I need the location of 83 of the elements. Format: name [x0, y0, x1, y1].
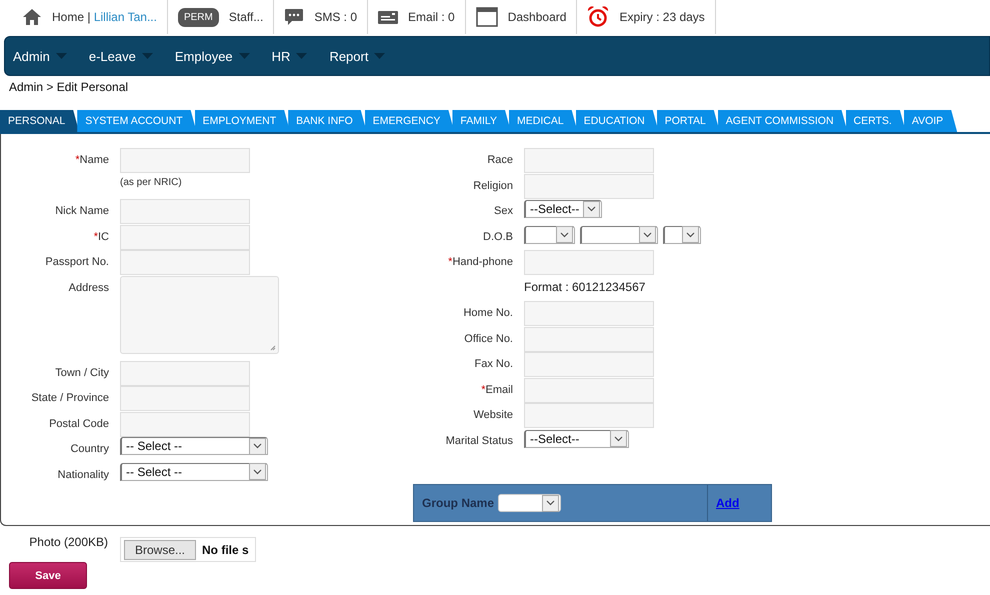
- field-label: Fax No.: [473, 357, 513, 370]
- top-bar-item[interactable]: Home | Lillian Tan...: [0, 0, 168, 34]
- chat-bubble-icon: [284, 7, 304, 27]
- field-label: Passport No.: [44, 255, 109, 268]
- chevron-icon: [249, 463, 266, 480]
- field-label: Postal Code: [48, 416, 109, 430]
- nav-menu-item[interactable]: Admin: [13, 48, 67, 64]
- field-label: *IC: [92, 230, 109, 242]
- input-field[interactable]: [120, 148, 250, 173]
- input-field[interactable]: [524, 148, 654, 173]
- chevron-icon: [542, 494, 560, 512]
- hint-text: (as per NRIC): [120, 176, 182, 188]
- field-label: *Email: [480, 382, 513, 396]
- format-hint: Format : 60121234567: [524, 278, 646, 296]
- top-bar-item[interactable]: Email : 0: [368, 0, 466, 34]
- input-field[interactable]: [524, 326, 654, 352]
- photo-label: Photo (200KB): [28, 535, 108, 549]
- resize-grip-icon[interactable]: [270, 344, 276, 350]
- top-bar-item[interactable]: PERM Staff...: [168, 0, 274, 34]
- field-label: Website: [472, 408, 513, 421]
- window-icon: [476, 7, 498, 27]
- input-field[interactable]: [524, 250, 654, 275]
- card-icon: [378, 10, 398, 24]
- field-label: Marital Status: [444, 434, 513, 446]
- save-button[interactable]: Save: [9, 562, 87, 589]
- nav-menu-item[interactable]: Report: [329, 48, 386, 64]
- field-label: Nationality: [56, 468, 109, 480]
- input-field[interactable]: [120, 224, 250, 250]
- input-field[interactable]: [120, 360, 250, 386]
- caret-icon: [142, 53, 153, 59]
- chevron-icon: [610, 430, 627, 447]
- field-label: Religion: [472, 178, 513, 192]
- input-field[interactable]: [524, 403, 654, 428]
- input-field[interactable]: [524, 301, 654, 326]
- nav-menu-item[interactable]: HR: [272, 48, 308, 64]
- select-field[interactable]: --Select--: [524, 430, 629, 448]
- field-label: Home No.: [462, 306, 513, 319]
- chevron-icon: [682, 226, 699, 243]
- input-field[interactable]: [120, 199, 250, 224]
- field-label: Office No.: [463, 332, 513, 344]
- field-label: *Name: [74, 153, 109, 166]
- input-field[interactable]: [120, 386, 250, 411]
- input-field[interactable]: [524, 378, 654, 402]
- nav-menu-item[interactable]: Employee: [174, 48, 250, 64]
- nav-menu-item[interactable]: e-Leave: [88, 48, 153, 64]
- field-label: Town / City: [54, 366, 109, 378]
- input-field[interactable]: [524, 174, 654, 198]
- input-field[interactable]: [120, 412, 250, 436]
- field-label: Nick Name: [54, 204, 109, 217]
- field-label: Address: [68, 280, 109, 294]
- select-field[interactable]: [498, 494, 562, 512]
- chevron-icon: [583, 200, 600, 218]
- group-label: Group Name: [422, 496, 494, 510]
- file-input[interactable]: Browse... No file s: [120, 537, 256, 562]
- top-bar-item[interactable]: Dashboard: [466, 0, 578, 34]
- breadcrumb: Admin > Edit Personal: [8, 79, 130, 96]
- field-label: *Hand-phone: [447, 255, 513, 268]
- input-field[interactable]: [120, 250, 250, 275]
- select-field[interactable]: [580, 226, 658, 244]
- select-field[interactable]: [524, 226, 575, 244]
- address-field[interactable]: [120, 276, 279, 354]
- caret-icon: [238, 53, 250, 59]
- caret-icon: [374, 53, 386, 59]
- select-field[interactable]: --Select--: [524, 200, 602, 218]
- field-label: Country: [69, 442, 109, 455]
- home-icon: [22, 8, 42, 26]
- field-label: Race: [486, 153, 513, 166]
- field-label: State / Province: [30, 391, 109, 404]
- field-label: Sex: [493, 204, 513, 217]
- chevron-icon: [249, 438, 266, 454]
- select-field[interactable]: -- Select --: [120, 437, 268, 455]
- select-field[interactable]: -- Select --: [120, 462, 268, 480]
- chevron-icon: [556, 226, 573, 243]
- top-bar-item[interactable]: Expiry : 23 days: [577, 0, 716, 34]
- chevron-icon: [639, 226, 656, 243]
- caret-icon: [296, 53, 308, 59]
- tab[interactable]: PERSONAL: [0, 110, 80, 132]
- alarm-clock-icon: [587, 6, 610, 28]
- top-bar-item[interactable]: SMS : 0: [274, 0, 368, 34]
- caret-icon: [56, 53, 67, 59]
- field-label: D.O.B: [482, 230, 513, 242]
- select-field[interactable]: [663, 226, 701, 244]
- input-field[interactable]: [524, 352, 654, 377]
